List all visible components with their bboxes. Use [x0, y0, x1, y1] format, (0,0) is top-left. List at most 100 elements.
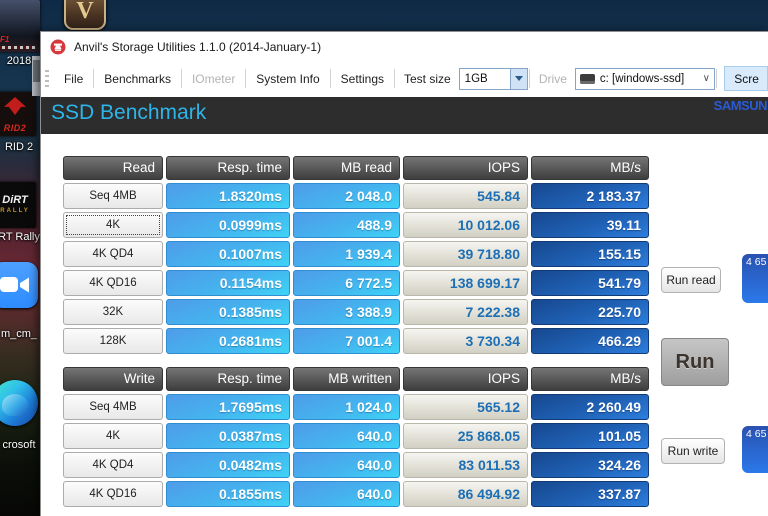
read-score-box: 4 65: [742, 254, 768, 303]
read-row-label[interactable]: 4K: [63, 212, 163, 238]
grid2-logo-text: RID2: [0, 123, 36, 133]
mb-read-cell: 6 772.5: [293, 270, 400, 296]
chevron-down-icon: [515, 76, 523, 81]
run-read-button[interactable]: Run read: [661, 267, 721, 293]
camera-icon: [0, 274, 30, 296]
test-size-select[interactable]: 1GB: [459, 68, 528, 90]
mbs-cell: 101.05: [531, 423, 649, 449]
resp-time-cell: 0.1007ms: [166, 241, 290, 267]
mb-written-cell: 1 024.0: [293, 394, 400, 420]
iops-cell: 86 494.92: [403, 481, 528, 507]
drive-value: c: [windows-ssd]: [595, 73, 698, 85]
desktop-icon-edge[interactable]: [0, 380, 38, 426]
mbs-cell: 39.11: [531, 212, 649, 238]
write-row-label[interactable]: 4K QD16: [63, 481, 163, 507]
anvil-app-icon: [50, 39, 66, 55]
menu-settings[interactable]: Settings: [332, 67, 393, 91]
desktop-icon-dirt-rally[interactable]: DiRT RALLY: [0, 182, 36, 228]
test-size-value: 1GB: [460, 73, 510, 85]
desktop-icon-zoom[interactable]: [0, 262, 38, 308]
iops-cell: 39 718.80: [403, 241, 528, 267]
screenshot-button[interactable]: Scre: [724, 66, 768, 91]
desktop-icon-caption: RT Rally: [0, 231, 42, 243]
desktop-icon-caption: RID 2: [0, 141, 42, 153]
mb-written-cell: 640.0: [293, 452, 400, 478]
mbs-cell: 2 260.49: [531, 394, 649, 420]
samsung-brand-text: SAMSUN: [714, 98, 767, 113]
resp-time-cell: 0.1385ms: [166, 299, 290, 325]
run-write-button[interactable]: Run write: [661, 438, 725, 464]
write-row-label[interactable]: 4K QD4: [63, 452, 163, 478]
separator: [394, 69, 395, 88]
dropdown-button[interactable]: [510, 69, 527, 89]
separator: [529, 69, 530, 88]
dirt-logo-text: DiRT: [0, 194, 36, 206]
resp-time-cell: 0.1154ms: [166, 270, 290, 296]
test-size-label: Test size: [396, 72, 459, 86]
resp-time-header: Resp. time: [166, 367, 290, 391]
iops-cell: 10 012.06: [403, 212, 528, 238]
write-row-label[interactable]: Seq 4MB: [63, 394, 163, 420]
iops-cell: 138 699.17: [403, 270, 528, 296]
desktop-icon-caption: crosoft: [0, 439, 42, 451]
menu-system-info[interactable]: System Info: [247, 67, 328, 91]
read-row-label[interactable]: 4K QD16: [63, 270, 163, 296]
desktop-icon-caption: m_cm_: [0, 328, 42, 340]
mb-written-cell: 640.0: [293, 423, 400, 449]
resp-time-cell: 1.8320ms: [166, 183, 290, 209]
write-header: Write: [63, 367, 163, 391]
mbs-header: MB/s: [531, 367, 649, 391]
read-header: Read: [63, 156, 163, 180]
iops-cell: 83 011.53: [403, 452, 528, 478]
anvil-window: Anvil's Storage Utilities 1.1.0 (2014-Ja…: [40, 31, 768, 516]
drive-select[interactable]: c: [windows-ssd] ∨: [575, 68, 715, 90]
read-row-label[interactable]: 4K QD4: [63, 241, 163, 267]
toolbar-grip-icon[interactable]: [45, 70, 49, 88]
chevron-down-icon: ∨: [698, 73, 714, 84]
grid2-emblem-icon: [4, 97, 26, 115]
mbs-cell: 2 183.37: [531, 183, 649, 209]
resp-time-header: Resp. time: [166, 156, 290, 180]
desktop-icon-v-app[interactable]: V: [64, 0, 106, 30]
resp-time-cell: 0.0387ms: [166, 423, 290, 449]
write-table: Write Resp. time MB written IOPS MB/s Se…: [63, 367, 649, 507]
run-button[interactable]: Run: [661, 338, 729, 386]
window-title: Anvil's Storage Utilities 1.1.0 (2014-Ja…: [74, 40, 321, 54]
drive-icon: [580, 74, 595, 84]
separator: [330, 69, 331, 88]
read-row-label[interactable]: 32K: [63, 299, 163, 325]
rally-logo-text: RALLY: [0, 208, 36, 214]
mb-read-cell: 1 939.4: [293, 241, 400, 267]
title-bar[interactable]: Anvil's Storage Utilities 1.1.0 (2014-Ja…: [41, 32, 768, 62]
menu-file[interactable]: File: [55, 67, 92, 91]
write-score-box: 4 65: [742, 426, 768, 473]
write-row-label[interactable]: 4K: [63, 423, 163, 449]
iops-cell: 565.12: [403, 394, 528, 420]
menu-toolbar: File Benchmarks IOmeter System Info Sett…: [41, 62, 768, 95]
iops-header: IOPS: [403, 156, 528, 180]
read-row-label[interactable]: 128K: [63, 328, 163, 354]
desktop-icon-f1-2018[interactable]: F1: [0, 0, 40, 52]
iops-cell: 25 868.05: [403, 423, 528, 449]
iops-cell: 7 222.38: [403, 299, 528, 325]
read-row-label[interactable]: Seq 4MB: [63, 183, 163, 209]
separator: [245, 69, 246, 88]
mb-written-header: MB written: [293, 367, 400, 391]
mb-read-header: MB read: [293, 156, 400, 180]
mbs-cell: 225.70: [531, 299, 649, 325]
resp-time-cell: 0.0482ms: [166, 452, 290, 478]
mb-read-cell: 3 388.9: [293, 299, 400, 325]
iops-header: IOPS: [403, 367, 528, 391]
desktop: F1 2018 RID2 RID 2 DiRT RALLY RT Rally m…: [0, 0, 768, 516]
iops-cell: 545.84: [403, 183, 528, 209]
mb-read-cell: 488.9: [293, 212, 400, 238]
iops-cell: 3 730.34: [403, 328, 528, 354]
separator: [93, 69, 94, 88]
mbs-cell: 155.15: [531, 241, 649, 267]
menu-benchmarks[interactable]: Benchmarks: [95, 67, 180, 91]
desktop-icon-grid-2[interactable]: RID2: [0, 92, 36, 136]
read-table: Read Resp. time MB read IOPS MB/s Seq 4M…: [63, 156, 649, 354]
resp-time-cell: 0.0999ms: [166, 212, 290, 238]
mb-read-cell: 2 048.0: [293, 183, 400, 209]
mbs-cell: 337.87: [531, 481, 649, 507]
